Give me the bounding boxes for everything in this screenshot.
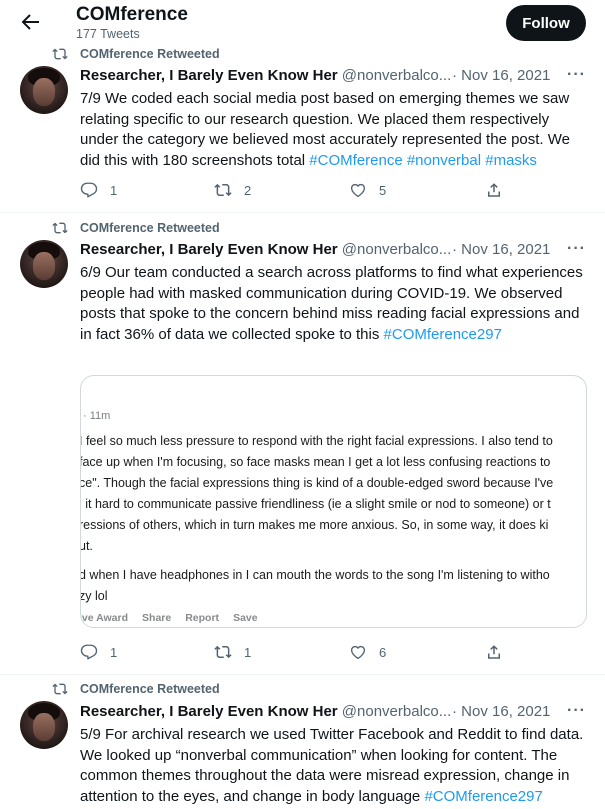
hashtag[interactable]: #COMference: [309, 152, 402, 169]
display-name[interactable]: Researcher, I Barely Even Know Her: [80, 241, 338, 258]
media-timestamp: · 11m: [83, 410, 111, 422]
tweet[interactable]: COMference Retweeted Researcher, I Barel…: [0, 44, 605, 213]
display-name[interactable]: Researcher, I Barely Even Know Her: [80, 67, 338, 84]
media-text-line: ce". Though the facial expressions thing…: [80, 476, 554, 490]
avatar[interactable]: [20, 701, 68, 749]
display-name[interactable]: Researcher, I Barely Even Know Her: [80, 703, 338, 720]
hashtag[interactable]: #masks: [485, 152, 537, 169]
hashtag[interactable]: #nonverbal: [407, 152, 481, 169]
media-text-line: face up when I'm focusing, so face masks…: [80, 455, 551, 469]
tweet-count: 177 Tweets: [76, 27, 140, 41]
media-text-line: I feel so much less pressure to respond …: [80, 434, 553, 448]
more-options-icon[interactable]: ···: [567, 66, 586, 84]
media-action: ive Award: [80, 612, 129, 624]
retweeted-by: COMference Retweeted: [80, 47, 220, 61]
share-button[interactable]: [485, 181, 515, 199]
like-icon: [350, 183, 366, 198]
media-text-line: l it hard to communicate passive friendl…: [80, 497, 551, 511]
tweet-date[interactable]: · Nov 16, 2021: [452, 67, 550, 84]
tweet-meta: Researcher, I Barely Even Know Her @nonv…: [80, 67, 550, 84]
retweet-count: 2: [244, 182, 252, 198]
tweet-text: 5/9 For archival research we used Twitte…: [80, 725, 590, 807]
retweeted-by: COMference Retweeted: [80, 682, 220, 696]
handle[interactable]: @nonverbalco...: [342, 703, 451, 720]
like-count: 5: [379, 182, 387, 198]
retweeted-by: COMference Retweeted: [80, 221, 220, 235]
retweet-icon: [52, 48, 68, 60]
reply-count: 1: [110, 182, 118, 198]
tweet[interactable]: COMference Retweeted Researcher, I Barel…: [0, 212, 605, 675]
retweet-context: COMference Retweeted: [52, 220, 220, 236]
share-icon: [488, 645, 500, 659]
reply-button[interactable]: 1: [80, 181, 117, 199]
hashtag[interactable]: #COMference297: [424, 788, 542, 805]
tweet-text: 7/9 We coded each social media post base…: [80, 89, 590, 171]
tweet-text: 6/9 Our team conducted a search across p…: [80, 263, 590, 345]
tweet-date[interactable]: · Nov 16, 2021: [452, 703, 550, 720]
tweet-actions: 1 1 6: [80, 643, 500, 663]
retweet-button[interactable]: 1: [214, 643, 251, 661]
avatar[interactable]: [20, 240, 68, 288]
retweet-context: COMference Retweeted: [52, 46, 220, 62]
share-button[interactable]: [485, 643, 515, 661]
avatar[interactable]: [20, 66, 68, 114]
follow-button[interactable]: Follow: [506, 5, 586, 41]
retweet-count: 1: [244, 644, 252, 660]
more-options-icon[interactable]: ···: [567, 240, 586, 258]
hashtag[interactable]: #COMference297: [384, 326, 502, 343]
tweet-body: 6/9 Our team conducted a search across p…: [80, 264, 583, 343]
tweet[interactable]: COMference Retweeted Researcher, I Barel…: [0, 674, 605, 809]
like-button[interactable]: 5: [349, 181, 386, 199]
handle[interactable]: @nonverbalco...: [342, 241, 451, 258]
back-arrow-icon[interactable]: [18, 10, 42, 34]
tweet-media-image[interactable]: · 11m I feel so much less pressure to re…: [80, 375, 587, 628]
retweet-icon: [214, 645, 232, 659]
tweet-meta: Researcher, I Barely Even Know Her @nonv…: [80, 241, 550, 258]
reply-icon: [80, 644, 98, 660]
retweet-button[interactable]: 2: [214, 181, 251, 199]
retweet-icon: [214, 183, 232, 197]
media-action: Share: [142, 612, 172, 624]
reply-button[interactable]: 1: [80, 643, 117, 661]
like-icon: [350, 645, 366, 660]
media-text-line: ut.: [80, 539, 93, 553]
tweet-meta: Researcher, I Barely Even Know Her @nonv…: [80, 703, 550, 720]
reply-count: 1: [110, 644, 118, 660]
profile-header: COMference 177 Tweets Follow: [0, 0, 605, 44]
like-count: 6: [379, 644, 387, 660]
retweet-icon: [52, 222, 68, 234]
tweet-actions: 1 2 5: [80, 181, 500, 201]
media-text-line: d when I have headphones in I can mouth …: [80, 568, 550, 582]
share-icon: [488, 183, 500, 197]
media-text-line: zy lol: [80, 589, 108, 603]
media-action: Save: [233, 612, 258, 624]
media-action-row: ive Award Share Report Save: [80, 612, 272, 624]
account-name: COMference: [76, 4, 188, 25]
tweet-date[interactable]: · Nov 16, 2021: [452, 241, 550, 258]
media-action: Report: [185, 612, 220, 624]
more-options-icon[interactable]: ···: [567, 702, 586, 720]
handle[interactable]: @nonverbalco...: [342, 67, 451, 84]
retweet-icon: [52, 683, 68, 695]
reply-icon: [80, 182, 98, 198]
retweet-context: COMference Retweeted: [52, 681, 220, 697]
like-button[interactable]: 6: [349, 643, 386, 661]
media-text-line: ressions of others, which in turn makes …: [80, 518, 549, 532]
